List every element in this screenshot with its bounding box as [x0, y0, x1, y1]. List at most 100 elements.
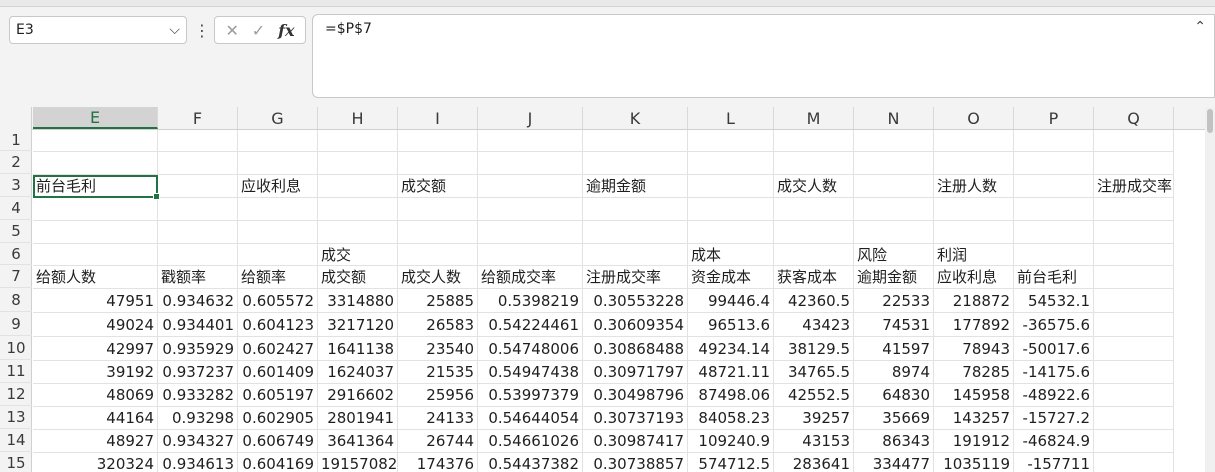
cell-f11[interactable]: 0.937237 [158, 361, 238, 384]
cell-n10[interactable]: 41597 [854, 337, 934, 361]
cell-h4[interactable] [318, 198, 398, 221]
cell-e4[interactable] [33, 198, 158, 221]
cell-j8[interactable]: 0.5398219 [478, 289, 583, 313]
cell-o7[interactable]: 应收利息 [934, 266, 1014, 289]
cell-k3[interactable]: 逾期金额 [583, 175, 688, 198]
cell-f12[interactable]: 0.933282 [158, 384, 238, 407]
cell-f9[interactable]: 0.934401 [158, 313, 238, 337]
row-header-7[interactable]: 7 [0, 265, 32, 288]
cell-l3[interactable] [688, 175, 774, 198]
cell-q8[interactable] [1094, 289, 1174, 313]
insert-function-icon[interactable]: fx [278, 21, 294, 40]
cell-e9[interactable]: 49024 [33, 313, 158, 337]
cell-q11[interactable] [1094, 361, 1174, 384]
spreadsheet-grid[interactable]: EFGHIJKLMNOPQ 1 2 3 4 5 6 7 8 9 10 11 12 13 14 15 前台毛利… [0, 107, 1215, 472]
cell-l7[interactable]: 资金成本 [688, 266, 774, 289]
cell-q13[interactable] [1094, 407, 1174, 430]
cell-i2[interactable] [398, 152, 478, 175]
cell-f7[interactable]: 戳额率 [158, 266, 238, 289]
cell-f8[interactable]: 0.934632 [158, 289, 238, 313]
cell-g10[interactable]: 0.602427 [238, 337, 318, 361]
cell-m2[interactable] [774, 152, 854, 175]
cell-k15[interactable]: 0.30738857 [583, 453, 688, 472]
cell-i13[interactable]: 24133 [398, 407, 478, 430]
column-header-p[interactable]: P [1014, 107, 1094, 129]
cell-h13[interactable]: 2801941 [318, 407, 398, 430]
cell-h7[interactable]: 成交额 [318, 266, 398, 289]
cell-h11[interactable]: 1624037 [318, 361, 398, 384]
cell-n6[interactable]: 风险 [854, 244, 934, 266]
cell-h2[interactable] [318, 152, 398, 175]
row-header-13[interactable]: 13 [0, 406, 32, 429]
cell-g5[interactable] [238, 221, 318, 244]
cell-e2[interactable] [33, 152, 158, 175]
cell-n5[interactable] [854, 221, 934, 244]
cell-f14[interactable]: 0.934327 [158, 430, 238, 453]
cell-k6[interactable] [583, 244, 688, 266]
cell-g7[interactable]: 给额率 [238, 266, 318, 289]
column-header-q[interactable]: Q [1094, 107, 1174, 129]
cell-k11[interactable]: 0.30971797 [583, 361, 688, 384]
cell-e15[interactable]: 320324 [33, 453, 158, 472]
cell-k14[interactable]: 0.30987417 [583, 430, 688, 453]
cell-j13[interactable]: 0.54644054 [478, 407, 583, 430]
cell-q5[interactable] [1094, 221, 1174, 244]
cell-q15[interactable] [1094, 453, 1174, 472]
cell-j12[interactable]: 0.53997379 [478, 384, 583, 407]
cell-n8[interactable]: 22533 [854, 289, 934, 313]
cell-q10[interactable] [1094, 337, 1174, 361]
cell-q9[interactable] [1094, 313, 1174, 337]
cell-e5[interactable] [33, 221, 158, 244]
cell-h15[interactable]: 19157082 [318, 453, 398, 472]
cell-f2[interactable] [158, 152, 238, 175]
cell-g1[interactable] [238, 130, 318, 152]
column-header-m[interactable]: M [774, 107, 854, 129]
cell-p11[interactable]: -14175.6 [1014, 361, 1094, 384]
cell-i5[interactable] [398, 221, 478, 244]
cell-f4[interactable] [158, 198, 238, 221]
cell-n14[interactable]: 86343 [854, 430, 934, 453]
cell-g11[interactable]: 0.601409 [238, 361, 318, 384]
cell-k12[interactable]: 0.30498796 [583, 384, 688, 407]
cell-e1[interactable] [33, 130, 158, 152]
cell-o14[interactable]: 191912 [934, 430, 1014, 453]
cell-i15[interactable]: 174376 [398, 453, 478, 472]
confirm-icon[interactable]: ✓ [252, 21, 265, 40]
column-header-e[interactable]: E [33, 107, 158, 129]
cell-o3[interactable]: 注册人数 [934, 175, 1014, 198]
cell-j5[interactable] [478, 221, 583, 244]
cell-m4[interactable] [774, 198, 854, 221]
cell-e14[interactable]: 48927 [33, 430, 158, 453]
row-header-5[interactable]: 5 [0, 220, 32, 243]
cell-l8[interactable]: 99446.4 [688, 289, 774, 313]
column-header-g[interactable]: G [238, 107, 318, 129]
cell-l1[interactable] [688, 130, 774, 152]
cell-o12[interactable]: 145958 [934, 384, 1014, 407]
cell-o5[interactable] [934, 221, 1014, 244]
cell-o15[interactable]: 1035119 [934, 453, 1014, 472]
column-header-h[interactable]: H [318, 107, 398, 129]
cell-l10[interactable]: 49234.14 [688, 337, 774, 361]
cell-j4[interactable] [478, 198, 583, 221]
cell-l6[interactable]: 成本 [688, 244, 774, 266]
row-header-2[interactable]: 2 [0, 151, 32, 174]
cell-m12[interactable]: 42552.5 [774, 384, 854, 407]
row-header-4[interactable]: 4 [0, 197, 32, 220]
cell-k8[interactable]: 0.30553228 [583, 289, 688, 313]
cell-m11[interactable]: 34765.5 [774, 361, 854, 384]
cell-m10[interactable]: 38129.5 [774, 337, 854, 361]
cell-p8[interactable]: 54532.1 [1014, 289, 1094, 313]
cell-n3[interactable] [854, 175, 934, 198]
cell-k2[interactable] [583, 152, 688, 175]
row-header-15[interactable]: 15 [0, 452, 32, 472]
cell-l15[interactable]: 574712.5 [688, 453, 774, 472]
cell-j1[interactable] [478, 130, 583, 152]
cell-g15[interactable]: 0.604169 [238, 453, 318, 472]
cell-g14[interactable]: 0.606749 [238, 430, 318, 453]
row-header-8[interactable]: 8 [0, 288, 32, 312]
cell-i3[interactable]: 成交额 [398, 175, 478, 198]
cell-m6[interactable] [774, 244, 854, 266]
cell-j11[interactable]: 0.54947438 [478, 361, 583, 384]
column-header-o[interactable]: O [934, 107, 1014, 129]
cell-j14[interactable]: 0.54661026 [478, 430, 583, 453]
